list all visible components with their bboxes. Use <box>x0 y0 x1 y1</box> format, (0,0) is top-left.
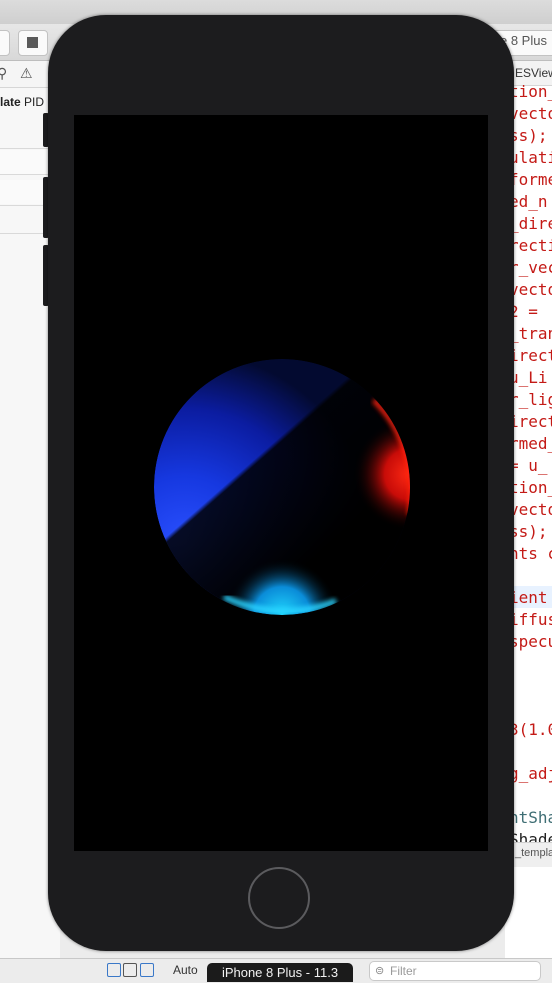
stop-button[interactable] <box>18 30 48 56</box>
code-line: recti <box>509 236 552 255</box>
code-line: ss); <box>509 522 548 541</box>
code-line: vecto <box>509 280 552 299</box>
constraints-icon[interactable] <box>140 963 154 977</box>
code-line: irect <box>509 412 552 431</box>
search-icon[interactable]: ⚲ <box>0 65 7 82</box>
home-button[interactable] <box>248 867 310 929</box>
code-line: _tran <box>509 324 552 343</box>
code-line: iffus <box>509 610 552 629</box>
code-line: u_Li <box>509 368 548 387</box>
code-line: vecto <box>509 500 552 519</box>
code-line: irect <box>509 346 552 365</box>
code-line: _dire <box>509 214 552 233</box>
filter-placeholder: Filter <box>390 964 417 978</box>
code-line: 3(1.0 <box>509 720 552 739</box>
layout-icon[interactable] <box>107 963 121 977</box>
run-button[interactable] <box>0 30 10 56</box>
filter-icon: ⊜ <box>375 965 385 977</box>
filter-field[interactable]: ⊜ Filter <box>369 961 541 981</box>
code-line: vecto <box>509 104 552 123</box>
warning-icon[interactable]: ⚠ <box>20 65 33 82</box>
code-line: nts c <box>509 544 552 563</box>
navigator-process-label: late PID <box>0 95 45 109</box>
grid-icon[interactable] <box>123 963 137 977</box>
code-line: ss); <box>509 126 548 145</box>
simulator-screen[interactable] <box>74 115 488 851</box>
stop-icon <box>27 37 38 48</box>
code-line: ntSha <box>509 808 552 827</box>
code-line: ient <box>509 588 548 607</box>
code-line: r_lig <box>509 390 552 409</box>
code-line: rmed_ <box>509 434 552 453</box>
code-line: = u_ <box>509 456 548 475</box>
code-line: ed_n <box>509 192 548 211</box>
auto-variables-selector[interactable]: Auto <box>173 963 198 977</box>
code-line: ulati <box>509 148 552 167</box>
code-line: tion_ <box>509 82 552 101</box>
code-line: r_vec <box>509 258 552 277</box>
code-line: forme <box>509 170 552 189</box>
simulator-device-label: iPhone 8 Plus - 11.3 <box>207 963 353 982</box>
jump-bar-file[interactable]: ESView <box>515 66 552 80</box>
code-line: g_adj <box>509 764 552 783</box>
lit-sphere-render <box>154 359 410 615</box>
code-line: specu <box>509 632 552 651</box>
editor-bottom-tab-label: _templa <box>515 847 552 859</box>
cyan-rim-light <box>154 359 410 615</box>
code-line: tion_ <box>509 478 552 497</box>
